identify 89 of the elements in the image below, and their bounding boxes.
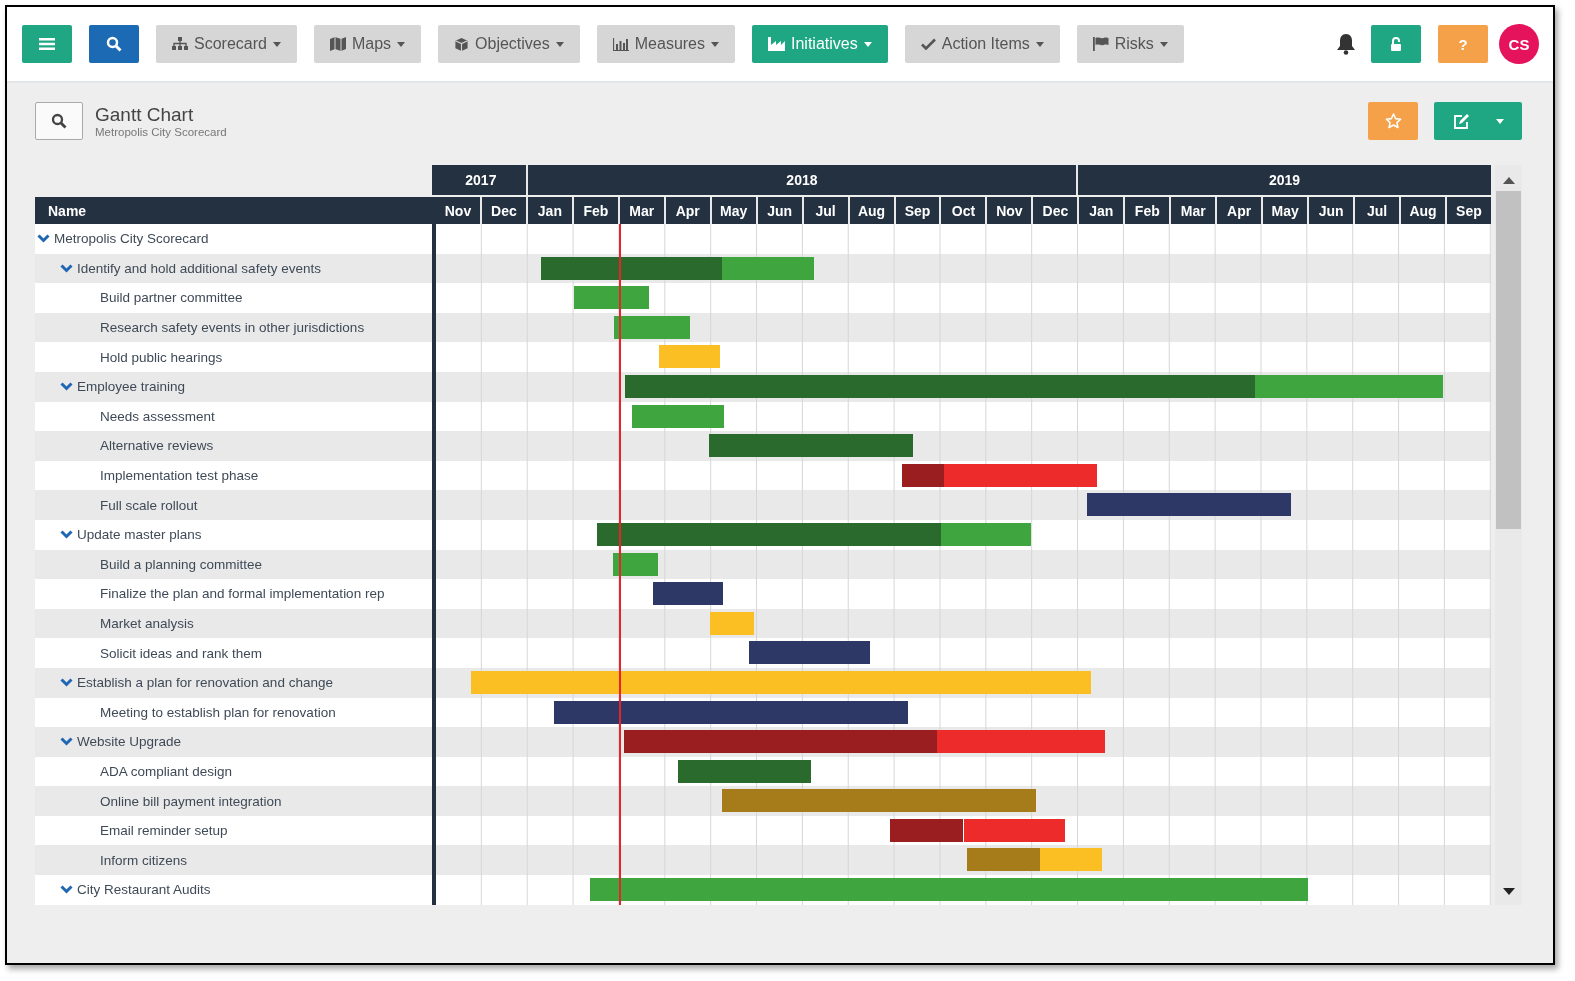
bar-remaining-part[interactable] <box>722 256 814 280</box>
chevron-icon[interactable] <box>60 737 73 747</box>
chevron-icon[interactable] <box>60 263 73 273</box>
task-name[interactable]: Full scale rollout <box>100 497 198 513</box>
bar-completed-part[interactable] <box>596 522 941 546</box>
caret-icon <box>1035 41 1044 47</box>
nav-dropdown[interactable]: Measures <box>596 25 735 63</box>
nav-dropdown[interactable]: Objectives <box>438 25 580 63</box>
user-avatar[interactable]: CS <box>1499 24 1539 64</box>
factory-icon <box>768 37 785 51</box>
task-name[interactable]: Establish a plan for renovation and change <box>77 675 333 691</box>
bar-completed-part[interactable] <box>889 818 964 842</box>
task-name[interactable]: Meeting to establish plan for renovation <box>100 704 336 720</box>
star-icon <box>1384 113 1402 129</box>
task-name[interactable]: Inform citizens <box>100 852 188 868</box>
caret-icon <box>711 41 719 47</box>
year-header: 2019 <box>1268 171 1302 190</box>
task-name[interactable]: Metropolis City Scorecard <box>54 231 209 247</box>
lock-button[interactable] <box>1371 25 1421 63</box>
search-icon <box>106 36 122 52</box>
check-icon <box>920 38 936 50</box>
task-name[interactable]: Alternative reviews <box>100 438 214 454</box>
map-icon <box>329 37 346 51</box>
bell-icon[interactable] <box>1336 33 1356 55</box>
gantt-bar[interactable] <box>653 582 724 606</box>
nav-dropdown[interactable]: Risks <box>1076 25 1184 63</box>
bar-remaining-part[interactable] <box>943 463 1097 487</box>
bar-completed-part[interactable] <box>540 256 723 280</box>
bar-remaining-part[interactable] <box>940 522 1032 546</box>
menu-icon <box>39 37 55 51</box>
task-name[interactable]: Finalize the plan and formal implementation rep <box>100 586 385 602</box>
flag-icon <box>1092 37 1109 51</box>
task-name[interactable]: Update master plans <box>77 527 202 543</box>
task-name[interactable]: Hold public hearings <box>100 349 223 365</box>
search-button[interactable] <box>35 102 83 140</box>
gantt-bar[interactable] <box>678 759 811 783</box>
bar-remaining-part[interactable] <box>1254 374 1444 398</box>
caret-icon <box>272 41 281 47</box>
search-icon <box>51 113 67 129</box>
gantt-bar[interactable] <box>709 434 913 458</box>
task-name[interactable]: Identify and hold additional safety events <box>77 260 321 276</box>
task-name[interactable]: Solicit ideas and rank them <box>100 645 263 661</box>
chevron-icon[interactable] <box>60 530 73 540</box>
chevron-icon[interactable] <box>37 234 50 244</box>
scroll-down-icon[interactable] <box>1502 887 1515 895</box>
gantt-bar[interactable] <box>1087 493 1291 517</box>
task-name[interactable]: Employee training <box>77 379 186 395</box>
cube-icon <box>454 36 470 52</box>
nav-dropdown[interactable]: Action Items <box>904 25 1060 63</box>
task-name[interactable]: Needs assessment <box>100 408 215 424</box>
page-subtitle: Metropolis City Scorecard <box>95 126 227 138</box>
chevron-icon[interactable] <box>60 678 73 688</box>
task-name[interactable]: Implementation test phase <box>100 468 259 484</box>
bar-remaining-part[interactable] <box>937 730 1106 754</box>
task-name[interactable]: ADA compliant design <box>100 764 233 779</box>
task-name[interactable]: Build partner committee <box>100 290 243 306</box>
sitemap-icon <box>172 37 188 51</box>
gantt-bar[interactable] <box>749 641 870 665</box>
task-name[interactable]: Website Upgrade <box>77 734 182 750</box>
menu-button[interactable] <box>22 25 72 63</box>
edit-icon <box>1452 113 1470 129</box>
task-name[interactable]: Email reminder setup <box>100 823 228 839</box>
scrollbar-thumb[interactable] <box>1496 191 1521 529</box>
task-name[interactable]: Build a planning committee <box>100 556 263 572</box>
task-name[interactable]: Market analysis <box>100 616 194 631</box>
caret-icon <box>397 41 406 47</box>
chevron-icon[interactable] <box>60 382 73 392</box>
caret-icon <box>863 41 872 47</box>
search-button[interactable] <box>89 25 139 63</box>
bar-completed-part[interactable] <box>624 374 1255 398</box>
task-name[interactable]: Research safety events in other jurisdictions <box>100 320 365 336</box>
scroll-up-icon[interactable] <box>1502 177 1515 184</box>
caret-icon <box>1159 41 1168 47</box>
nav-dropdown[interactable]: Scorecard <box>156 25 297 63</box>
chevron-icon[interactable] <box>60 885 73 895</box>
edit-button[interactable] <box>1434 102 1522 140</box>
unlock-icon <box>1390 36 1402 52</box>
task-name[interactable]: Online bill payment integration <box>100 793 282 809</box>
task-name[interactable]: City Restaurant Audits <box>77 882 211 898</box>
caret-icon <box>555 41 564 47</box>
bar-chart-icon <box>612 37 629 51</box>
gantt-bar[interactable] <box>553 700 909 724</box>
nav-dropdown[interactable]: Maps <box>313 25 422 63</box>
bar-completed-part[interactable] <box>901 463 944 487</box>
bar-remaining-part[interactable] <box>963 818 1066 842</box>
page-title: Gantt Chart <box>95 104 195 126</box>
caret-icon <box>1495 118 1504 124</box>
month-header: Sep <box>1455 201 1483 221</box>
bar-completed-part[interactable] <box>623 730 938 754</box>
